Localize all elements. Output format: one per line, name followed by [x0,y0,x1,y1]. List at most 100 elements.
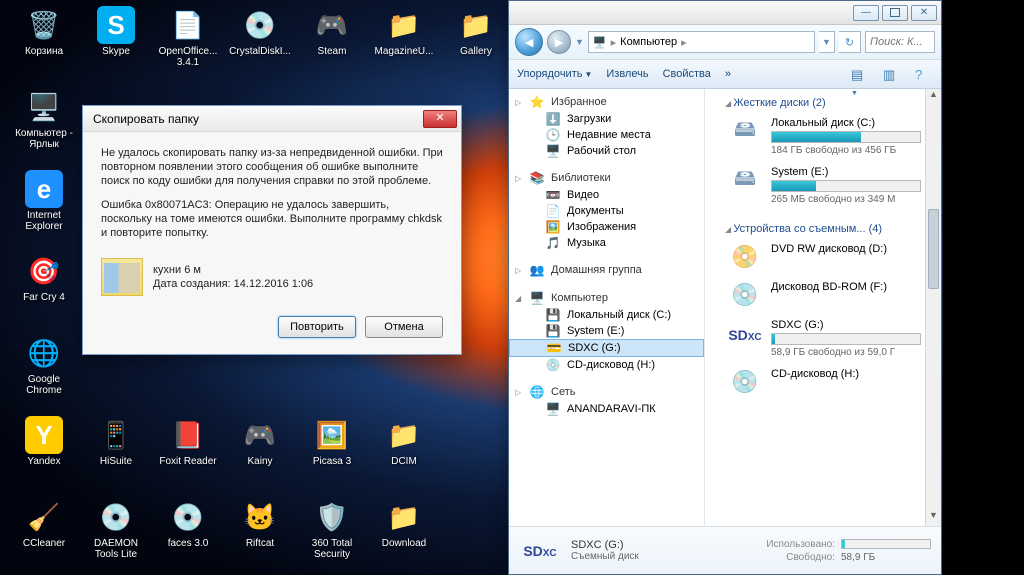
icon-label: faces 3.0 [168,538,209,549]
drive-item[interactable]: 🖴Локальный диск (C:)184 ГБ свободно из 4… [709,113,937,162]
address-dropdown-button[interactable]: ▼ [819,31,835,53]
view-options-icon[interactable]: ▤ ▼ [851,67,869,81]
preview-pane-icon[interactable]: ▥ [883,67,901,81]
app-icon: 🖥️ [25,88,63,126]
icon-label: Steam [318,46,347,57]
library-icon: 📚 [529,171,545,185]
desktop-icon[interactable]: 🐱Riftcat [224,498,296,574]
organize-menu[interactable]: Упорядочить ▼ [517,68,592,80]
sidebar-item[interactable]: 🎵Музыка [509,235,704,251]
desktop-icon[interactable]: 🖥️Компьютер - Ярлык [8,88,80,164]
icon-label: DCIM [391,456,417,467]
drive-item[interactable]: 📀DVD RW дисковод (D:) [709,239,937,277]
cancel-button[interactable]: Отмена [365,316,443,338]
icon-label: Riftcat [246,538,274,549]
address-bar-row: ◄ ► ▼ 🖥️ ▸ Компьютер ▸ ▼ ↻ [509,25,941,59]
desktop-icon[interactable]: 🗑️Корзина [8,6,80,82]
refresh-button[interactable]: ↻ [839,31,861,53]
removable-group-header[interactable]: Устройства со съемным... (4) [709,221,937,239]
drive-free-text: 58,9 ГБ свободно из 59,0 Г [771,347,931,358]
scrollbar[interactable]: ▲ ▼ [925,89,941,526]
favorites-header[interactable]: ⭐Избранное [509,93,704,111]
sidebar-item[interactable]: 💿CD-дисковод (H:) [509,357,704,373]
icon-label: Internet Explorer [10,210,78,232]
capacity-bar [771,131,921,143]
desktop-icon[interactable]: 📁Gallery [440,6,512,82]
properties-button[interactable]: Свойства [663,68,711,80]
scroll-thumb[interactable] [928,209,939,289]
homegroup-header[interactable]: 👥Домашняя группа [509,261,704,279]
sidebar-item[interactable]: ⬇️Загрузки [509,111,704,127]
maximize-button[interactable] [882,5,908,21]
drive-item[interactable]: SDXCSDXC (G:)58,9 ГБ свободно из 59,0 Г [709,315,937,364]
drive-name: Локальный диск (C:) [771,117,931,129]
dialog-file-info: кухни 6 м Дата создания: 14.12.2016 1:06 [101,258,443,296]
free-value: 58,9 ГБ [841,552,931,563]
sidebar-item[interactable]: 🖼️Изображения [509,219,704,235]
network-header[interactable]: 🌐Сеть [509,383,704,401]
scroll-down-icon[interactable]: ▼ [926,510,941,526]
help-icon[interactable]: ? [915,67,933,81]
sidebar-item[interactable]: 🖥️Рабочий стол [509,143,704,159]
breadcrumb-root[interactable]: Компьютер [620,36,677,48]
desktop-icon[interactable]: SSkype [80,6,152,82]
sidebar-item-label: Недавние места [567,129,651,141]
desktop-icon[interactable]: 📱HiSuite [80,416,152,492]
toolbar: Упорядочить ▼ Извлечь Свойства » ▤ ▼ ▥ ? [509,59,941,89]
search-input[interactable] [865,31,935,53]
app-icon: 📁 [385,498,423,536]
folder-icon: 🖼️ [545,220,561,234]
forward-button[interactable]: ► [547,30,571,54]
desktop-icon[interactable]: eInternet Explorer [8,170,80,246]
drive-item[interactable]: 🖴System (E:)265 МБ свободно из 349 М [709,162,937,211]
sidebar-item[interactable]: 🖥️ ANANDARAVI-ПК [509,401,704,417]
minimize-button[interactable]: — [853,5,879,21]
desktop-icon[interactable]: 🛡️360 Total Security [296,498,368,574]
desktop-icon[interactable]: 🎮Steam [296,6,368,82]
folder-icon: 🖥️ [545,402,561,416]
sidebar-item[interactable]: 🕒Недавние места [509,127,704,143]
drive-item[interactable]: 💿CD-дисковод (H:) [709,364,937,402]
back-button[interactable]: ◄ [515,28,543,56]
icon-label: DAEMON Tools Lite [82,538,150,560]
retry-button[interactable]: Повторить [278,316,356,338]
desktop-icon[interactable]: 📕Foxit Reader [152,416,224,492]
dialog-close-button[interactable]: ✕ [423,110,457,128]
toolbar-overflow[interactable]: » [725,68,731,80]
desktop-icon[interactable]: 🌐Google Chrome [8,334,80,410]
desktop-icon[interactable]: 🖼️Picasa 3 [296,416,368,492]
app-icon: Y [25,416,63,454]
desktop-icon[interactable]: 📄OpenOffice... 3.4.1 [152,6,224,82]
desktop-icon[interactable]: YYandex [8,416,80,492]
desktop-icon[interactable]: 📁MagazineU... [368,6,440,82]
details-pane: SDXC SDXC (G:) Съемный диск Использовано… [509,526,941,574]
sidebar-item[interactable]: 💾System (E:) [509,323,704,339]
window-close-button[interactable]: ✕ [911,5,937,21]
details-subtitle: Съемный диск [571,551,756,562]
app-icon: 💿 [97,498,135,536]
desktop-icon[interactable]: 📁Download [368,498,440,574]
explorer-window: — ✕ ◄ ► ▼ 🖥️ ▸ Компьютер ▸ ▼ ↻ Упорядочи… [508,0,942,575]
desktop-icon[interactable]: 💿faces 3.0 [152,498,224,574]
desktop-icon[interactable]: 💿CrystalDiskI... [224,6,296,82]
address-bar[interactable]: 🖥️ ▸ Компьютер ▸ [588,31,815,53]
sidebar-item[interactable]: 📼Видео [509,187,704,203]
computer-header[interactable]: 🖥️Компьютер [509,289,704,307]
sidebar-item[interactable]: 📄Документы [509,203,704,219]
desktop-icon[interactable]: 🎮Kainy [224,416,296,492]
window-titlebar[interactable]: — ✕ [509,1,941,25]
sidebar-item-label: ANANDARAVI-ПК [567,403,656,415]
libraries-header[interactable]: 📚Библиотеки [509,169,704,187]
desktop-icon[interactable]: 🧹CCleaner [8,498,80,574]
icon-label: OpenOffice... 3.4.1 [154,46,222,68]
desktop-icon[interactable]: 📁DCIM [368,416,440,492]
dialog-titlebar[interactable]: Скопировать папку ✕ [83,106,461,132]
extract-button[interactable]: Извлечь [606,68,648,80]
scroll-up-icon[interactable]: ▲ [926,89,941,105]
sidebar-item[interactable]: 💳SDXC (G:) [509,339,704,357]
sidebar-item[interactable]: 💾Локальный диск (C:) [509,307,704,323]
desktop-icon[interactable]: 🎯Far Cry 4 [8,252,80,328]
drive-item[interactable]: 💿Дисковод BD-ROM (F:) [709,277,937,315]
desktop-icon[interactable]: 💿DAEMON Tools Lite [80,498,152,574]
hdd-group-header[interactable]: Жесткие диски (2) [709,95,937,113]
